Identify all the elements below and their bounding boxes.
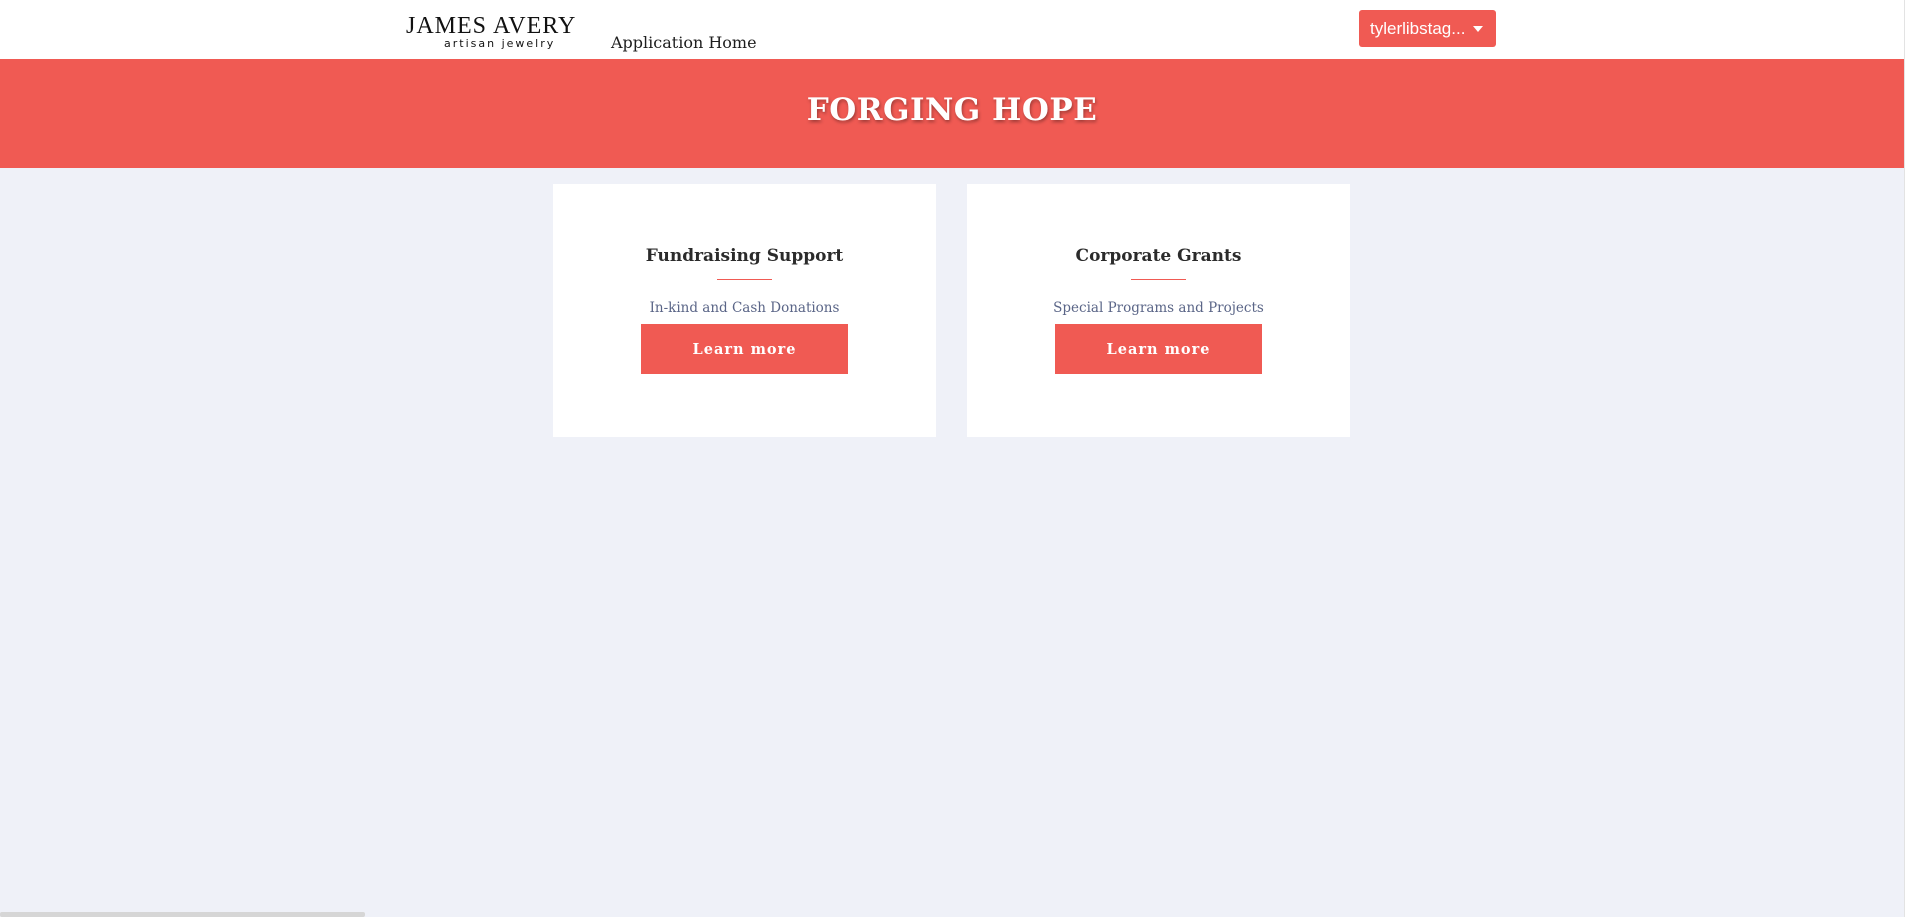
learn-more-button[interactable]: Learn more	[1055, 324, 1262, 374]
top-navbar: JAMES AVERY artisan jewelry Application …	[0, 0, 1904, 59]
logo-word-right: AVERY	[493, 13, 577, 39]
card-fundraising-support: Fundraising Support In-kind and Cash Don…	[553, 184, 936, 437]
user-menu-dropdown[interactable]: tylerlibstag...	[1359, 10, 1496, 47]
card-subtitle: Special Programs and Projects	[1053, 300, 1264, 316]
card-divider	[717, 279, 772, 280]
horizontal-scrollbar[interactable]	[0, 912, 365, 917]
hero-banner: FORGING HOPE	[0, 59, 1904, 168]
banner-title: FORGING HOPE	[806, 92, 1098, 128]
card-corporate-grants: Corporate Grants Special Programs and Pr…	[967, 184, 1350, 437]
card-subtitle: In-kind and Cash Donations	[649, 300, 840, 316]
logo-word-left: JAMES	[406, 13, 488, 39]
logo-wordmark: JAMES AVERY	[406, 14, 576, 38]
card-divider	[1131, 279, 1186, 280]
brand-logo[interactable]: JAMES AVERY artisan jewelry	[406, 8, 576, 52]
card-title: Corporate Grants	[1075, 246, 1242, 266]
logo-tagline: artisan jewelry	[444, 37, 556, 50]
learn-more-button[interactable]: Learn more	[641, 324, 848, 374]
caret-down-icon	[1473, 26, 1483, 32]
application-home-link[interactable]: Application Home	[611, 33, 757, 52]
card-title: Fundraising Support	[645, 246, 844, 266]
page: JAMES AVERY artisan jewelry Application …	[0, 0, 1905, 917]
user-menu-label: tylerlibstag...	[1370, 18, 1466, 38]
